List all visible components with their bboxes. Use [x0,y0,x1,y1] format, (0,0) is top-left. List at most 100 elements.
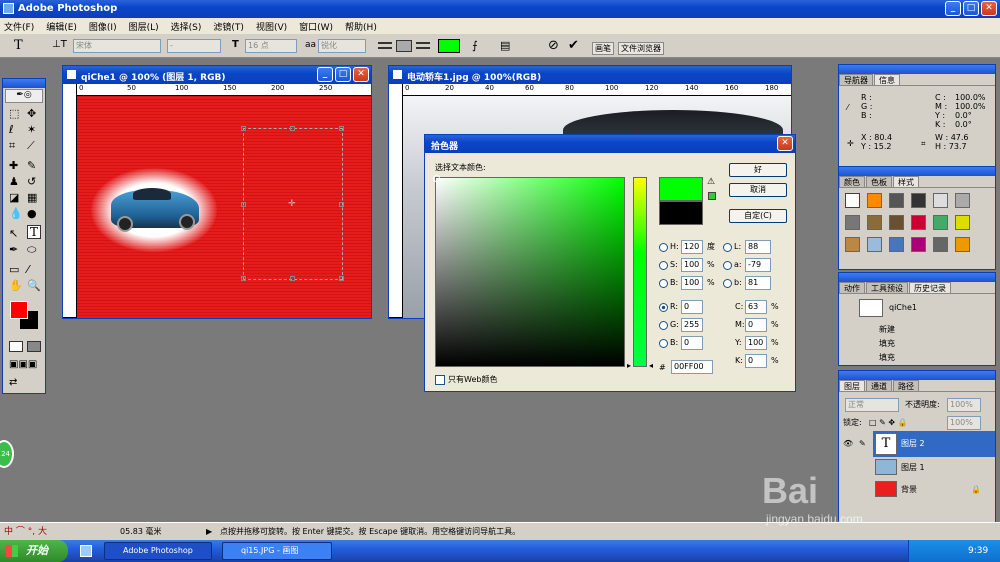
brush-link-icon[interactable]: ✎ [859,439,866,449]
task-photoshop[interactable]: Adobe Photoshop [104,542,212,560]
style-swatch[interactable] [867,237,882,252]
tab-layers[interactable]: 图层 [839,380,865,391]
hand-tool-icon[interactable]: ✋ [9,279,23,292]
history-item[interactable]: 填充 [879,353,895,363]
style-swatch[interactable] [955,237,970,252]
commit-edit-icon[interactable]: ✔ [568,38,579,53]
marquee-tool-icon[interactable]: ⬚ [9,107,19,120]
blue-field[interactable]: 0 [681,336,703,350]
lab-l-field[interactable]: 88 [745,240,771,254]
hue-slider[interactable] [633,177,647,367]
tab-actions[interactable]: 动作 [839,282,865,293]
web-colors-checkbox[interactable] [435,375,445,385]
transform-handle[interactable] [241,276,246,281]
style-swatch[interactable] [933,193,948,208]
brightness-field[interactable]: 100 [681,276,703,290]
gradient-tool-icon[interactable]: ▦ [27,191,37,204]
orientation-icon[interactable]: ⊥T [52,39,67,50]
tab-styles[interactable]: 样式 [893,176,919,187]
doc1-close-button[interactable]: ✕ [353,67,369,82]
transform-handle[interactable] [339,126,344,131]
document-2-titlebar[interactable]: 电动轿车1.jpg @ 100%(RGB) [389,66,791,84]
menu-image[interactable]: 图像(I) [89,20,117,33]
style-swatch[interactable] [933,237,948,252]
saturation-field[interactable]: 100 [681,258,703,272]
hue-radio[interactable] [659,243,668,252]
style-swatch[interactable] [867,215,882,230]
doc1-canvas[interactable]: ✛ [77,96,371,318]
minimize-button[interactable]: _ [945,1,961,16]
font-family-select[interactable]: 宋体 [73,39,161,53]
font-style-select[interactable]: - [167,39,221,53]
style-swatch[interactable] [889,215,904,230]
transform-handle[interactable] [241,202,246,207]
pen-tool-icon[interactable]: ✒ [9,243,18,256]
gamut-warning-icon[interactable]: ⚠ [707,177,715,187]
transform-center-icon[interactable]: ✛ [288,199,296,209]
slice-tool-icon[interactable]: ⟋ [27,139,35,153]
black-field[interactable]: 0 [745,354,767,368]
style-swatch[interactable] [911,237,926,252]
tab-channels[interactable]: 通道 [866,380,892,391]
style-swatch[interactable] [845,215,860,230]
hue-field[interactable]: 120 [681,240,703,254]
web-safe-cube-icon[interactable] [708,192,716,200]
stamp-tool-icon[interactable]: ♟ [9,175,19,188]
task-paint[interactable]: qi15.JPG - 画图 [222,542,332,560]
lasso-tool-icon[interactable]: ℓ [9,123,14,136]
hex-field[interactable]: 00FF00 [671,360,713,374]
blur-tool-icon[interactable]: 💧 [9,207,23,220]
doc1-minimize-button[interactable]: _ [317,67,333,82]
shape-tool-icon[interactable]: ⬭ [27,243,36,257]
font-size-select[interactable]: 16 点 [245,39,297,53]
red-radio[interactable] [659,303,668,312]
maximize-button[interactable]: □ [963,1,979,16]
green-field[interactable]: 255 [681,318,703,332]
lock-icons[interactable]: □ ✎ ✥ 🔒 [869,418,908,428]
magic-wand-tool-icon[interactable]: ✶ [27,123,36,136]
history-brush-tool-icon[interactable]: ↺ [27,175,36,188]
history-item[interactable]: 填充 [879,339,895,349]
lab-b-radio[interactable] [723,279,732,288]
old-color-swatch[interactable] [659,201,703,225]
eraser-tool-icon[interactable]: ◪ [9,191,19,204]
path-select-tool-icon[interactable]: ↖ [9,227,18,240]
eyedropper-tool-icon[interactable]: ⁄ [27,263,29,276]
dodge-tool-icon[interactable]: ● [27,207,37,220]
standard-mode-icon[interactable] [9,341,23,352]
menu-file[interactable]: 文件(F) [4,20,34,33]
style-swatch[interactable] [955,215,970,230]
move-tool-icon[interactable]: ✥ [27,107,36,120]
transform-bounding-box[interactable]: ✛ [241,126,344,281]
menu-window[interactable]: 窗口(W) [299,20,333,33]
align-center-icon[interactable] [396,40,412,52]
tab-history[interactable]: 历史记录 [909,282,951,293]
tab-color[interactable]: 颜色 [839,176,865,187]
notes-tool-icon[interactable]: ▭ [9,263,19,276]
palette-toggle-icon[interactable]: ▤ [500,39,510,52]
text-tool-icon[interactable]: T [14,38,23,53]
transform-handle[interactable] [241,126,246,131]
tab-info[interactable]: 信息 [874,74,900,85]
menu-edit[interactable]: 编辑(E) [46,20,77,33]
style-swatch[interactable] [867,193,882,208]
history-item[interactable]: 新建 [879,325,895,335]
lab-a-radio[interactable] [723,261,732,270]
style-swatch[interactable] [845,237,860,252]
menu-help[interactable]: 帮助(H) [345,20,377,33]
warp-text-icon[interactable]: ⨍ [472,39,478,52]
quicklaunch-icon[interactable] [80,545,92,557]
magenta-field[interactable]: 0 [745,318,767,332]
style-swatch[interactable] [933,215,948,230]
style-swatch[interactable] [955,193,970,208]
zoom-tool-icon[interactable]: 🔍 [27,279,41,292]
green-radio[interactable] [659,321,668,330]
layer-name[interactable]: 背景 [901,485,917,495]
blend-mode-select[interactable]: 正常 [845,398,899,412]
color-picker-titlebar[interactable]: 拾色器 ✕ [425,135,795,153]
history-snapshot-name[interactable]: qiChe1 [889,303,917,313]
quickmask-mode-icon[interactable] [27,341,41,352]
side-badge[interactable]: 24 [0,440,14,468]
cyan-field[interactable]: 63 [745,300,767,314]
close-button[interactable]: ✕ [981,1,997,16]
